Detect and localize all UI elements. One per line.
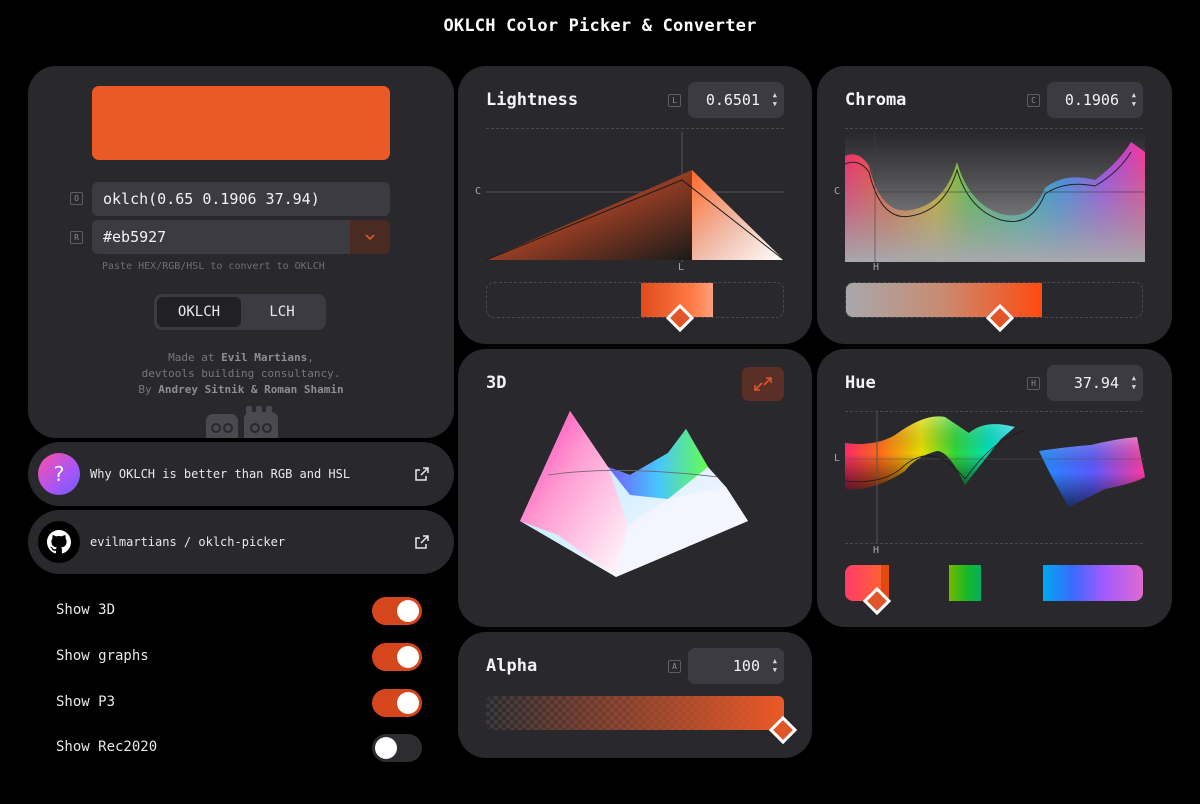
external-link-icon <box>415 467 429 481</box>
main-picker-card: O oklch(0.65 0.1906 37.94) R #eb5927 Pas… <box>28 66 454 438</box>
toggle-row-show-graphs: Show graphs <box>56 641 426 671</box>
hue-card: Hue H 37.94 ▲ ▼ L H <box>817 349 1172 627</box>
credits: Made at Evil Martians, devtools building… <box>138 351 344 396</box>
why-oklch-link[interactable]: ? Why OKLCH is better than RGB and HSL <box>28 442 454 506</box>
show-3d-toggle[interactable] <box>372 597 422 625</box>
chroma-y-axis-label: C <box>834 186 841 197</box>
alpha-card: Alpha A 100 ▲ ▼ <box>458 632 812 758</box>
oklch-input[interactable]: oklch(0.65 0.1906 37.94) <box>92 182 390 216</box>
hue-letter-icon: H <box>1027 377 1040 390</box>
toggle-row-show-3d: Show 3D <box>56 595 426 625</box>
evil-martians-link[interactable]: Evil Martians <box>221 351 307 364</box>
chroma-input[interactable]: 0.1906 ▲ ▼ <box>1047 82 1143 118</box>
lightness-input[interactable]: 0.6501 ▲ ▼ <box>688 82 784 118</box>
chroma-card: Chroma C 0.1906 ▲ ▼ C H <box>817 66 1172 344</box>
paste-hint: Paste HEX/RGB/HSL to convert to OKLCH <box>102 261 325 272</box>
hue-y-axis-label: L <box>834 453 841 464</box>
show-graphs-toggle[interactable] <box>372 643 422 671</box>
hue-stepper[interactable]: ▲ ▼ <box>1132 374 1136 392</box>
why-oklch-link-text: Why OKLCH is better than RGB and HSL <box>90 467 351 481</box>
mascot-icon <box>206 406 278 438</box>
github-icon <box>38 521 80 563</box>
github-link[interactable]: evilmartians / oklch-picker <box>28 510 454 574</box>
lightness-graph <box>486 132 784 262</box>
hue-x-axis-label: H <box>873 545 880 556</box>
lightness-slider[interactable] <box>486 282 784 318</box>
alpha-title: Alpha <box>486 656 538 676</box>
alpha-input[interactable]: 100 ▲ ▼ <box>688 648 784 684</box>
lightness-x-axis-label: L <box>678 262 685 273</box>
lightness-card: Lightness L 0.6501 ▲ ▼ C L <box>458 66 812 344</box>
github-link-text: evilmartians / oklch-picker <box>90 535 286 549</box>
toggle-row-show-rec2020: Show Rec2020 <box>56 732 426 762</box>
external-link-icon <box>415 535 429 549</box>
alpha-stepper[interactable]: ▲ ▼ <box>773 657 777 675</box>
expand-3d-button[interactable] <box>742 367 784 401</box>
chroma-letter-icon: C <box>1027 94 1040 107</box>
alpha-slider[interactable] <box>486 696 784 730</box>
show-p3-toggle[interactable] <box>372 689 422 717</box>
toggle-row-show-p3: Show P3 <box>56 687 426 717</box>
page-title: OKLCH Color Picker & Converter <box>443 16 757 36</box>
chevron-down-icon <box>365 234 375 241</box>
question-icon: ? <box>38 453 80 495</box>
mode-switch: OKLCH LCH <box>154 294 326 330</box>
show-rec2020-toggle[interactable] <box>372 734 422 762</box>
lightness-title: Lightness <box>486 90 579 110</box>
lightness-stepper[interactable]: ▲ ▼ <box>773 91 777 109</box>
view-3d-title: 3D <box>486 373 507 393</box>
hue-graph <box>845 411 1145 543</box>
format-dropdown-button[interactable] <box>350 220 390 254</box>
chroma-stepper[interactable]: ▲ ▼ <box>1132 91 1136 109</box>
view-3d-card: 3D <box>458 349 812 627</box>
expand-icon <box>754 377 772 391</box>
chroma-title: Chroma <box>845 90 907 110</box>
color-preview-swatch <box>92 86 390 160</box>
chroma-graph <box>845 132 1145 262</box>
authors: Andrey Sitnik & Roman Shamin <box>158 383 344 396</box>
hue-title: Hue <box>845 373 876 393</box>
hue-slider[interactable] <box>845 565 1143 601</box>
alpha-letter-icon: A <box>668 660 681 673</box>
hue-input[interactable]: 37.94 ▲ ▼ <box>1047 365 1143 401</box>
lightness-y-axis-label: C <box>475 186 482 197</box>
mode-oklch-tab[interactable]: OKLCH <box>157 297 241 327</box>
chroma-x-axis-label: H <box>873 262 880 273</box>
mode-lch-tab[interactable]: LCH <box>240 297 324 327</box>
lightness-letter-icon: L <box>668 94 681 107</box>
rgb-format-icon: R <box>70 231 83 244</box>
oklch-format-icon: O <box>70 192 83 205</box>
hex-input[interactable]: #eb5927 <box>92 220 350 254</box>
color-space-3d-view <box>520 411 748 577</box>
